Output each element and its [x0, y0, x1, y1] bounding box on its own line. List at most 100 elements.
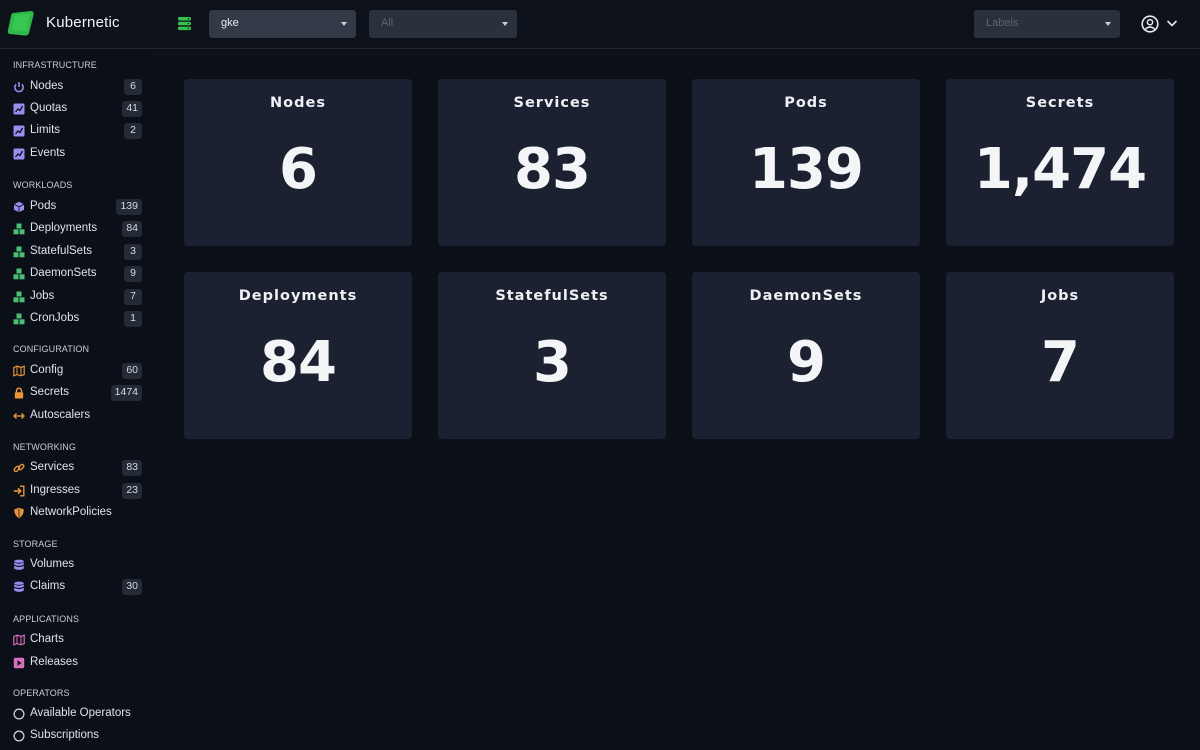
- sidebar-item-services[interactable]: Services 83: [0, 459, 150, 479]
- namespace-select[interactable]: All: [369, 10, 517, 38]
- app-title: Kubernetic: [46, 14, 120, 31]
- sidebar-item-charts[interactable]: Charts: [0, 631, 150, 651]
- database-icon[interactable]: [177, 16, 192, 31]
- sidebar-item-label: Releases: [30, 656, 78, 668]
- sidebar-item-label: Autoscalers: [30, 409, 91, 421]
- sidebar-item-label: Quotas: [30, 102, 68, 114]
- sidebar-item-events[interactable]: Events: [0, 145, 150, 165]
- sign-in-icon: [13, 485, 25, 497]
- top-bar: Kubernetic gke All Labels: [0, 0, 1200, 49]
- sidebar-item-label: Services: [30, 461, 75, 473]
- cluster-select[interactable]: gke: [209, 10, 356, 38]
- sidebar-item-label: StatefulSets: [30, 245, 93, 257]
- map-icon: [13, 634, 25, 646]
- sidebar-item-cronjobs[interactable]: CronJobs 1: [0, 310, 150, 330]
- count-badge: 41: [122, 101, 142, 117]
- sidebar-item-claims[interactable]: Claims 30: [0, 578, 150, 598]
- play-icon: [13, 657, 25, 669]
- count-badge: 139: [116, 199, 142, 215]
- sidebar-item-nodes[interactable]: Nodes 6: [0, 78, 150, 98]
- shield-icon: [14, 507, 24, 519]
- caret-down-icon: [502, 22, 508, 26]
- cluster-select-value: gke: [221, 17, 239, 29]
- cube-icon: [13, 201, 25, 213]
- sidebar-item-label: Subscriptions: [30, 729, 100, 741]
- cubes-icon: [13, 291, 25, 303]
- card-title: Secrets: [1025, 95, 1095, 111]
- labels-select-placeholder: Labels: [986, 17, 1019, 29]
- user-circle-icon[interactable]: [1141, 15, 1159, 33]
- sidebar-item-limits[interactable]: Limits 2: [0, 122, 150, 142]
- map-icon: [13, 365, 25, 377]
- count-badge: 3: [124, 244, 142, 260]
- card-title: Services: [513, 95, 591, 111]
- summary-card-statefulsets[interactable]: StatefulSets 3: [438, 272, 666, 439]
- summary-card-jobs[interactable]: Jobs 7: [946, 272, 1174, 439]
- chart-icon: [13, 148, 25, 160]
- card-value: 3: [533, 330, 572, 395]
- summary-card-secrets[interactable]: Secrets 1,474: [946, 79, 1174, 246]
- sidebar-item-ingresses[interactable]: Ingresses 23: [0, 482, 150, 502]
- sidebar-section-networking: NETWORKING: [13, 442, 76, 452]
- card-title: DaemonSets: [749, 288, 863, 304]
- count-badge: 6: [124, 79, 142, 95]
- sidebar-section-storage: STORAGE: [13, 539, 58, 549]
- summary-card-deployments[interactable]: Deployments 84: [184, 272, 412, 439]
- sidebar-item-label: Deployments: [30, 222, 98, 234]
- circle-icon: [13, 730, 25, 742]
- link-icon: [13, 463, 25, 473]
- sidebar-item-pods[interactable]: Pods 139: [0, 198, 150, 218]
- card-value: 84: [260, 330, 337, 395]
- count-badge: 1: [124, 311, 142, 327]
- cubes-icon: [13, 268, 25, 280]
- sidebar-item-statefulsets[interactable]: StatefulSets 3: [0, 243, 150, 263]
- sidebar-item-label: Pods: [30, 200, 57, 212]
- count-badge: 1474: [110, 385, 142, 401]
- lock-icon: [14, 387, 24, 399]
- chart-icon: [13, 125, 25, 137]
- caret-down-icon: [1105, 22, 1111, 26]
- count-badge: 30: [122, 579, 142, 595]
- sidebar-section-workloads: WORKLOADS: [13, 180, 73, 190]
- power-icon: [14, 82, 24, 93]
- count-badge: 23: [122, 483, 142, 499]
- sidebar-item-label: Available Operators: [30, 707, 131, 719]
- summary-card-pods[interactable]: Pods 139: [692, 79, 920, 246]
- sidebar-item-deployments[interactable]: Deployments 84: [0, 220, 150, 240]
- sidebar-item-label: Events: [30, 147, 66, 159]
- sidebar-item-label: Config: [30, 364, 64, 376]
- sidebar-item-quotas[interactable]: Quotas 41: [0, 100, 150, 120]
- chevron-down-icon[interactable]: [1166, 18, 1178, 28]
- summary-card-services[interactable]: Services 83: [438, 79, 666, 246]
- card-value: 9: [787, 330, 826, 395]
- sidebar-item-autoscalers[interactable]: Autoscalers: [0, 407, 150, 427]
- sidebar-section-operators: OPERATORS: [13, 688, 70, 698]
- sidebar-item-secrets[interactable]: Secrets 1474: [0, 384, 150, 404]
- card-title: Jobs: [1040, 288, 1080, 304]
- sidebar-item-config[interactable]: Config 60: [0, 362, 150, 382]
- sidebar-item-label: DaemonSets: [30, 267, 97, 279]
- kubernetic-logo: [7, 11, 34, 36]
- summary-card-nodes[interactable]: Nodes 6: [184, 79, 412, 246]
- card-value: 7: [1041, 330, 1080, 395]
- sidebar-item-networkpolicies[interactable]: NetworkPolicies: [0, 504, 150, 524]
- sidebar-item-label: Jobs: [30, 290, 55, 302]
- labels-select[interactable]: Labels: [974, 10, 1120, 38]
- sidebar-item-jobs[interactable]: Jobs 7: [0, 288, 150, 308]
- sidebar-item-label: NetworkPolicies: [30, 506, 112, 518]
- sidebar-item-volumes[interactable]: Volumes: [0, 556, 150, 576]
- sidebar-item-releases[interactable]: Releases: [0, 654, 150, 674]
- card-value: 83: [514, 137, 591, 202]
- sidebar-item-available-operators[interactable]: Available Operators: [0, 705, 150, 725]
- sidebar: INFRASTRUCTURE Nodes 6 Quotas 41 Limits …: [0, 49, 150, 750]
- summary-card-daemonsets[interactable]: DaemonSets 9: [692, 272, 920, 439]
- circle-icon: [13, 708, 25, 720]
- namespace-select-value: All: [381, 17, 394, 29]
- sidebar-item-daemonsets[interactable]: DaemonSets 9: [0, 265, 150, 285]
- sidebar-item-label: Ingresses: [30, 484, 80, 496]
- sidebar-item-subscriptions[interactable]: Subscriptions: [0, 727, 150, 747]
- count-badge: 7: [124, 289, 142, 305]
- sidebar-item-label: Nodes: [30, 80, 64, 92]
- cubes-icon: [13, 246, 25, 258]
- sidebar-section-configuration: CONFIGURATION: [13, 344, 90, 354]
